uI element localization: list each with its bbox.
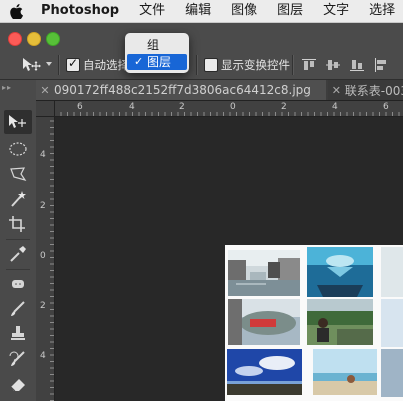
ruler-label: 2 bbox=[281, 102, 287, 112]
tools-panel: ▸▸ bbox=[0, 80, 37, 401]
auto-select-target-dropdown: 组 ✓ 图层 bbox=[125, 33, 189, 73]
close-icon[interactable]: ✕ bbox=[36, 84, 54, 97]
brush-tool-icon[interactable] bbox=[4, 297, 32, 321]
dropdown-option-layer[interactable]: ✓ 图层 bbox=[127, 54, 187, 70]
align-bottom-edges-icon[interactable] bbox=[348, 56, 366, 74]
move-tool-icon bbox=[23, 58, 41, 71]
options-bar: 自动选择 显示变换控件 bbox=[0, 23, 403, 80]
thumbnail-column-right bbox=[381, 247, 403, 397]
thumbnail-garden-person bbox=[307, 299, 373, 345]
healing-brush-tool-icon[interactable] bbox=[4, 272, 32, 296]
divider bbox=[6, 269, 30, 270]
divider bbox=[292, 55, 294, 75]
panel-grip-icon[interactable]: ▸▸ bbox=[2, 83, 32, 92]
menu-file[interactable]: 文件 bbox=[129, 0, 175, 22]
ruler-ticks bbox=[50, 101, 54, 401]
eyedropper-tool-icon[interactable] bbox=[4, 242, 32, 266]
checkmark-icon: ✓ bbox=[134, 55, 144, 68]
tool-preset-picker[interactable] bbox=[18, 56, 46, 74]
menu-bar: Photoshop 文件 编辑 图像 图层 文字 选择 bbox=[0, 0, 403, 23]
horizontal-ruler[interactable]: 6 4 2 0 2 4 6 bbox=[54, 101, 403, 117]
divider bbox=[6, 239, 30, 240]
menu-layer[interactable]: 图层 bbox=[267, 0, 313, 22]
document-tab-bar: ✕ 090172ff488c2152ff7d3806ac64412c8.jpg … bbox=[36, 80, 403, 101]
align-vertical-centers-icon[interactable] bbox=[324, 56, 342, 74]
thumbnail-blue-sky-clouds bbox=[227, 349, 302, 395]
menu-type[interactable]: 文字 bbox=[313, 0, 359, 22]
align-top-edges-icon[interactable] bbox=[300, 56, 318, 74]
crop-tool-icon[interactable] bbox=[4, 212, 32, 236]
thumbnail-beach bbox=[313, 349, 377, 395]
lasso-tool-icon[interactable] bbox=[4, 162, 32, 186]
options-row: 自动选择 显示变换控件 bbox=[0, 53, 403, 77]
ruler-label: 2 bbox=[40, 201, 46, 211]
contact-sheet-document[interactable] bbox=[225, 245, 403, 401]
ruler-corner[interactable] bbox=[36, 101, 55, 117]
apple-icon[interactable] bbox=[10, 0, 23, 22]
auto-select-checkbox[interactable] bbox=[66, 56, 80, 72]
zoom-window-button[interactable] bbox=[46, 32, 60, 46]
thumbnail-rock-lake bbox=[228, 299, 300, 345]
ruler-label: 6 bbox=[77, 102, 83, 112]
eraser-tool-icon[interactable] bbox=[4, 372, 32, 396]
show-transform-controls-label: 显示变换控件 bbox=[221, 58, 290, 72]
menu-edit[interactable]: 编辑 bbox=[175, 0, 221, 22]
close-icon[interactable]: ✕ bbox=[328, 84, 345, 97]
clone-stamp-tool-icon[interactable] bbox=[4, 322, 32, 346]
divider bbox=[196, 55, 198, 75]
ruler-label: 4 bbox=[40, 351, 46, 361]
align-left-edges-icon[interactable] bbox=[372, 56, 390, 74]
ruler-label: 4 bbox=[129, 102, 135, 112]
tab-document-active[interactable]: ✕ 090172ff488c2152ff7d3806ac64412c8.jpg bbox=[36, 80, 326, 100]
auto-select-label: 自动选择 bbox=[83, 58, 129, 72]
align-buttons bbox=[300, 56, 390, 74]
ruler-ticks bbox=[54, 112, 403, 116]
minimize-window-button[interactable] bbox=[27, 32, 41, 46]
marquee-tool-icon[interactable] bbox=[4, 137, 32, 161]
ruler-label: 4 bbox=[40, 150, 46, 160]
show-transform-controls-checkbox[interactable] bbox=[204, 58, 218, 72]
vertical-ruler[interactable]: 4 2 0 2 4 bbox=[36, 101, 55, 401]
ruler-label: 4 bbox=[332, 102, 338, 112]
menu-app-name[interactable]: Photoshop bbox=[31, 0, 129, 22]
dropdown-option-group[interactable]: 组 bbox=[127, 37, 187, 53]
tab-document-inactive-title: 联系表-003 bbox=[344, 83, 403, 98]
ruler-label: 6 bbox=[383, 102, 389, 112]
divider bbox=[58, 55, 60, 75]
thumbnail-underwater bbox=[307, 247, 373, 297]
menu-image[interactable]: 图像 bbox=[221, 0, 267, 22]
tab-document-inactive[interactable]: ✕ 联系表-003 bbox=[328, 80, 403, 100]
magic-wand-tool-icon[interactable] bbox=[4, 187, 32, 211]
ruler-label: 2 bbox=[40, 301, 46, 311]
chevron-down-icon[interactable] bbox=[46, 62, 52, 66]
history-brush-tool-icon[interactable] bbox=[4, 347, 32, 371]
close-window-button[interactable] bbox=[8, 32, 22, 46]
tab-document-active-title: 090172ff488c2152ff7d3806ac64412c8.jpg bbox=[54, 83, 311, 97]
move-tool-icon[interactable] bbox=[4, 110, 32, 134]
menu-select[interactable]: 选择 bbox=[359, 0, 403, 22]
ruler-label: 0 bbox=[40, 251, 46, 261]
ruler-label: 2 bbox=[179, 102, 185, 112]
thumbnail-canal-town bbox=[228, 250, 300, 296]
dropdown-option-layer-label: 图层 bbox=[147, 55, 172, 69]
ruler-label: 0 bbox=[230, 102, 236, 112]
